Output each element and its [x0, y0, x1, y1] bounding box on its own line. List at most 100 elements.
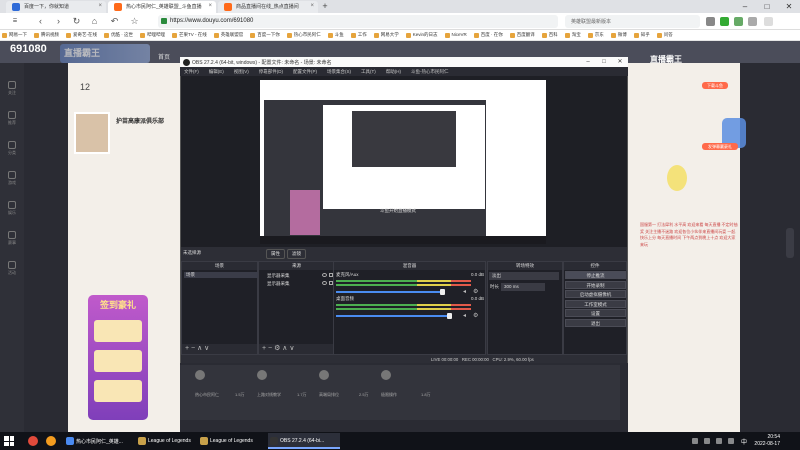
- obs-menu-item[interactable]: 帮助(H): [386, 69, 401, 75]
- start-button[interactable]: [4, 436, 14, 446]
- search-input[interactable]: 英雄联盟最新版本: [565, 15, 700, 28]
- danmu-badge[interactable]: 发弹幕赢豪礼: [702, 143, 738, 150]
- browser-tab-baidu[interactable]: 百度一下，你就知道 ×: [6, 1, 106, 13]
- bookmark-item[interactable]: 斗鱼: [326, 30, 349, 38]
- extension-icon[interactable]: [706, 17, 715, 26]
- app-icon[interactable]: [46, 436, 56, 446]
- volume-slider[interactable]: [336, 289, 446, 295]
- back-button[interactable]: ‹: [34, 15, 47, 28]
- taskbar-clock[interactable]: 20:54 2022-08-17: [754, 434, 780, 448]
- settings-icon[interactable]: [748, 17, 757, 26]
- gear-icon[interactable]: ⚙: [473, 289, 479, 295]
- bookmark-item[interactable]: 哔哩哔哩: [138, 30, 170, 38]
- obs-control-button[interactable]: 设置: [565, 309, 626, 317]
- obs-control-button[interactable]: 启动虚拟摄像机: [565, 290, 626, 298]
- obs-menu-item[interactable]: 工具(T): [361, 69, 376, 75]
- obs-menu-item[interactable]: 斗鱼-热心市民阿仁: [411, 69, 449, 75]
- bookmark-item[interactable]: 工作: [349, 30, 372, 38]
- address-bar[interactable]: https://www.douyu.com/691080: [158, 15, 558, 28]
- browser-tab-douyu[interactable]: 热心市民阿仁_英雄联盟_斗鱼直播 ×: [108, 1, 216, 13]
- prize-card[interactable]: [94, 320, 142, 342]
- header-banner[interactable]: 直播霸王: [60, 44, 150, 63]
- prize-card[interactable]: [94, 380, 142, 402]
- minimize-button[interactable]: –: [734, 0, 756, 13]
- bookmark-item[interactable]: 微博: [609, 30, 632, 38]
- bookmark-item[interactable]: 百度 · 在你: [472, 30, 508, 38]
- rail-item[interactable]: 娱乐: [4, 201, 20, 221]
- bookmark-item[interactable]: 淘宝: [563, 30, 586, 38]
- taskbar-app[interactable]: League of Legends: [198, 433, 264, 449]
- close-tab-icon[interactable]: ×: [98, 3, 102, 9]
- feed-title[interactable]: 高端局排位: [319, 392, 339, 398]
- bookmark-item[interactable]: NiceVR: [443, 30, 472, 38]
- close-tab-icon[interactable]: ×: [208, 3, 212, 9]
- obs-menu-item[interactable]: 配置文件(P): [293, 69, 317, 75]
- obs-menu-item[interactable]: 编辑(E): [209, 69, 224, 75]
- bookmark-item[interactable]: 腾讯视频: [32, 30, 64, 38]
- feed-title[interactable]: 上路对线教学: [257, 392, 281, 398]
- rail-item[interactable]: 游戏: [4, 171, 20, 191]
- bookmark-item[interactable]: 百科: [540, 30, 563, 38]
- obs-minimize-button[interactable]: –: [580, 57, 596, 67]
- source-item[interactable]: 显示器采集: [261, 272, 335, 279]
- obs-control-button[interactable]: 工作室模式: [565, 299, 626, 308]
- visibility-icon[interactable]: [322, 281, 327, 285]
- forward-button[interactable]: ›: [52, 15, 65, 28]
- download-badge[interactable]: 下载斗鱼: [702, 82, 728, 89]
- bookmark-item[interactable]: 网易大学: [372, 30, 404, 38]
- bookmark-item[interactable]: 百度一下你: [248, 30, 285, 38]
- visibility-icon[interactable]: [322, 273, 327, 277]
- browser-tab-shop[interactable]: 商品直播间在线_热点直播间 ×: [218, 1, 318, 13]
- menu-icon[interactable]: [764, 17, 773, 26]
- taskbar-app[interactable]: League of Legends: [136, 433, 194, 449]
- bookmark-item[interactable]: 英雄联盟官: [212, 30, 249, 38]
- shield-icon[interactable]: [734, 17, 743, 26]
- close-tab-icon[interactable]: ×: [310, 3, 314, 9]
- network-icon[interactable]: [716, 438, 722, 444]
- rail-item[interactable]: 关注: [4, 81, 20, 101]
- scenes-toolbar[interactable]: + − ∧ ∨: [182, 344, 257, 354]
- taskbar-app[interactable]: OBS 27.2.4 (64-bi...: [268, 433, 340, 449]
- obs-control-button[interactable]: 停止推流: [565, 271, 626, 279]
- bookmark-item[interactable]: 知乎: [632, 30, 655, 38]
- bookmark-item[interactable]: 百度翻译: [508, 30, 540, 38]
- rail-item[interactable]: 分类: [4, 141, 20, 161]
- scene-item[interactable]: 场景: [184, 272, 258, 278]
- rail-item[interactable]: 活动: [4, 261, 20, 281]
- feed-title[interactable]: 极限操作: [381, 392, 397, 398]
- source-item[interactable]: 显示器采集: [261, 280, 335, 287]
- toolbar-left-area[interactable]: ☰: [2, 15, 28, 28]
- speaker-icon[interactable]: ◂: [463, 289, 469, 295]
- volume-slider[interactable]: [336, 313, 452, 319]
- sources-toolbar[interactable]: + − ⚙ ∧ ∨: [259, 344, 334, 354]
- bookmark-item[interactable]: 京东: [586, 30, 609, 38]
- bookmark-item[interactable]: 问答: [655, 30, 678, 38]
- feed-avatar[interactable]: [257, 370, 267, 380]
- prize-card[interactable]: [94, 350, 142, 372]
- obs-menu-item[interactable]: 停靠部件(D): [259, 69, 283, 75]
- maximize-button[interactable]: □: [756, 0, 778, 13]
- bookmark-item[interactable]: 爱奇艺-在线: [64, 30, 102, 38]
- obs-maximize-button[interactable]: □: [596, 57, 612, 67]
- streamer-avatar[interactable]: [74, 112, 110, 154]
- bookmark-item[interactable]: 芒果TV - 在线: [170, 30, 212, 38]
- bookmark-item[interactable]: 网易一下: [0, 30, 32, 38]
- app-icon[interactable]: [28, 436, 38, 446]
- undo-button[interactable]: ↶: [108, 15, 121, 28]
- club-name[interactable]: 护苗高康派俱乐部: [116, 116, 164, 125]
- speaker-icon[interactable]: ◂: [463, 313, 469, 319]
- rail-item[interactable]: 赛事: [4, 231, 20, 251]
- rail-item[interactable]: 推荐: [4, 111, 20, 131]
- transition-select[interactable]: 淡出: [489, 272, 559, 280]
- close-button[interactable]: ✕: [778, 0, 800, 13]
- obs-menu-item[interactable]: 场景集合(S): [327, 69, 351, 75]
- new-tab-button[interactable]: +: [320, 1, 330, 12]
- volume-knob[interactable]: [446, 313, 452, 319]
- duration-input[interactable]: 300 ms: [501, 283, 545, 291]
- feed-avatar[interactable]: [195, 370, 205, 380]
- gear-icon[interactable]: ⚙: [473, 313, 479, 319]
- feed-avatar[interactable]: [319, 370, 329, 380]
- tray-icon[interactable]: [692, 438, 698, 444]
- grid-icon[interactable]: [720, 17, 729, 26]
- bookmark-star-button[interactable]: ☆: [128, 15, 141, 28]
